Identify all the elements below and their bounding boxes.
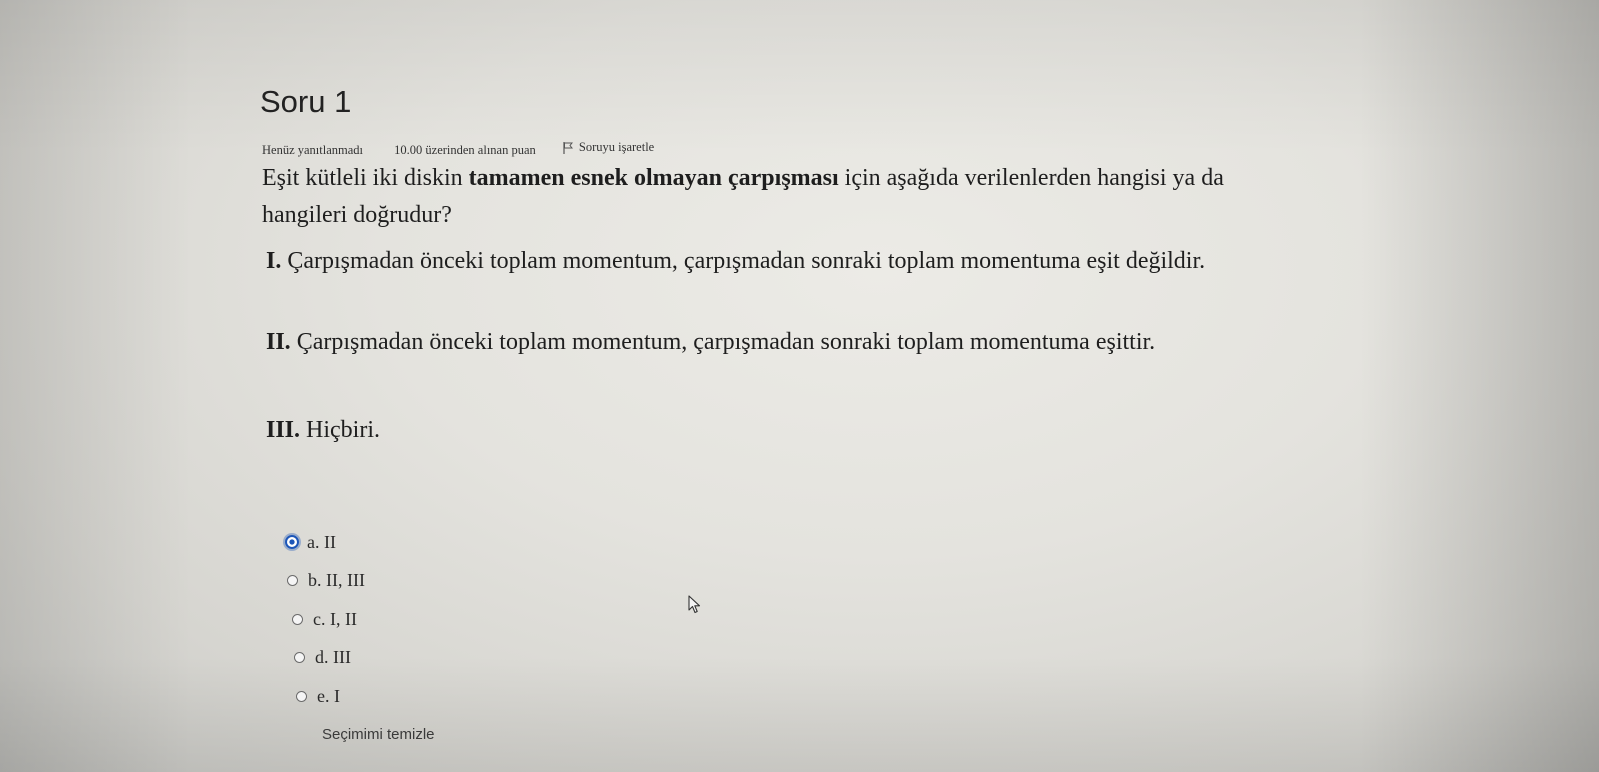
question-grade: 10.00 üzerinden alınan puan (394, 142, 536, 157)
question-info: Henüz yanıtlanmadı 10.00 üzerinden alına… (262, 140, 654, 158)
answer-option-a[interactable]: a. II (285, 528, 365, 556)
answer-option-b[interactable]: b. II, III (287, 567, 365, 595)
answer-label: e. I (317, 685, 340, 706)
answer-option-d[interactable]: d. III (294, 644, 365, 672)
statement-1: I. Çarpışmadan önceki toplam momentum, ç… (266, 243, 1256, 279)
statement-numeral: I. (266, 248, 282, 274)
statement-text: Çarpışmadan önceki toplam momentum, çarp… (290, 329, 1156, 355)
radio-button-selected[interactable] (285, 535, 299, 549)
statement-numeral: III. (266, 417, 301, 443)
answer-option-c[interactable]: c. I, II (292, 605, 365, 633)
clear-choice-link[interactable]: Seçimimi temizle (322, 726, 435, 743)
answer-option-e[interactable]: e. I (296, 682, 365, 710)
statement-text: Hiçbiri. (300, 417, 381, 443)
answer-label: b. II, III (308, 570, 365, 590)
radio-button[interactable] (292, 613, 303, 625)
radio-button[interactable] (294, 652, 305, 663)
radio-button[interactable] (296, 690, 307, 702)
statement-text: Çarpışmadan önceki toplam momentum, çarp… (281, 248, 1206, 274)
question-text: Eşit kütleli iki diskin tamamen esnek ol… (262, 160, 1262, 234)
answer-label: a. II (307, 531, 336, 552)
statement-2: II. Çarpışmadan önceki toplam momentum, … (266, 324, 1226, 360)
question-state: Henüz yanıtlanmadı (262, 142, 364, 157)
answer-label: c. I, II (313, 608, 357, 629)
mouse-pointer-icon (688, 595, 701, 614)
answer-label: d. III (315, 647, 351, 667)
flag-question-link[interactable]: Soruyu işaretle (563, 140, 654, 155)
answer-options: a. II b. II, III c. I, II d. III e. I (285, 528, 365, 710)
radio-button[interactable] (287, 575, 298, 586)
question-text-start: Eşit kütleli iki diskin (262, 165, 469, 191)
flag-question-label: Soruyu işaretle (578, 140, 655, 154)
screen-vignette (0, 0, 1599, 772)
question-title: Soru 1 (260, 84, 352, 119)
statement-3: III. Hiçbiri. (266, 412, 380, 448)
flag-icon (563, 141, 573, 154)
question-text-bold: tamamen esnek olmayan çarpışması (468, 165, 839, 191)
statement-numeral: II. (266, 329, 291, 355)
